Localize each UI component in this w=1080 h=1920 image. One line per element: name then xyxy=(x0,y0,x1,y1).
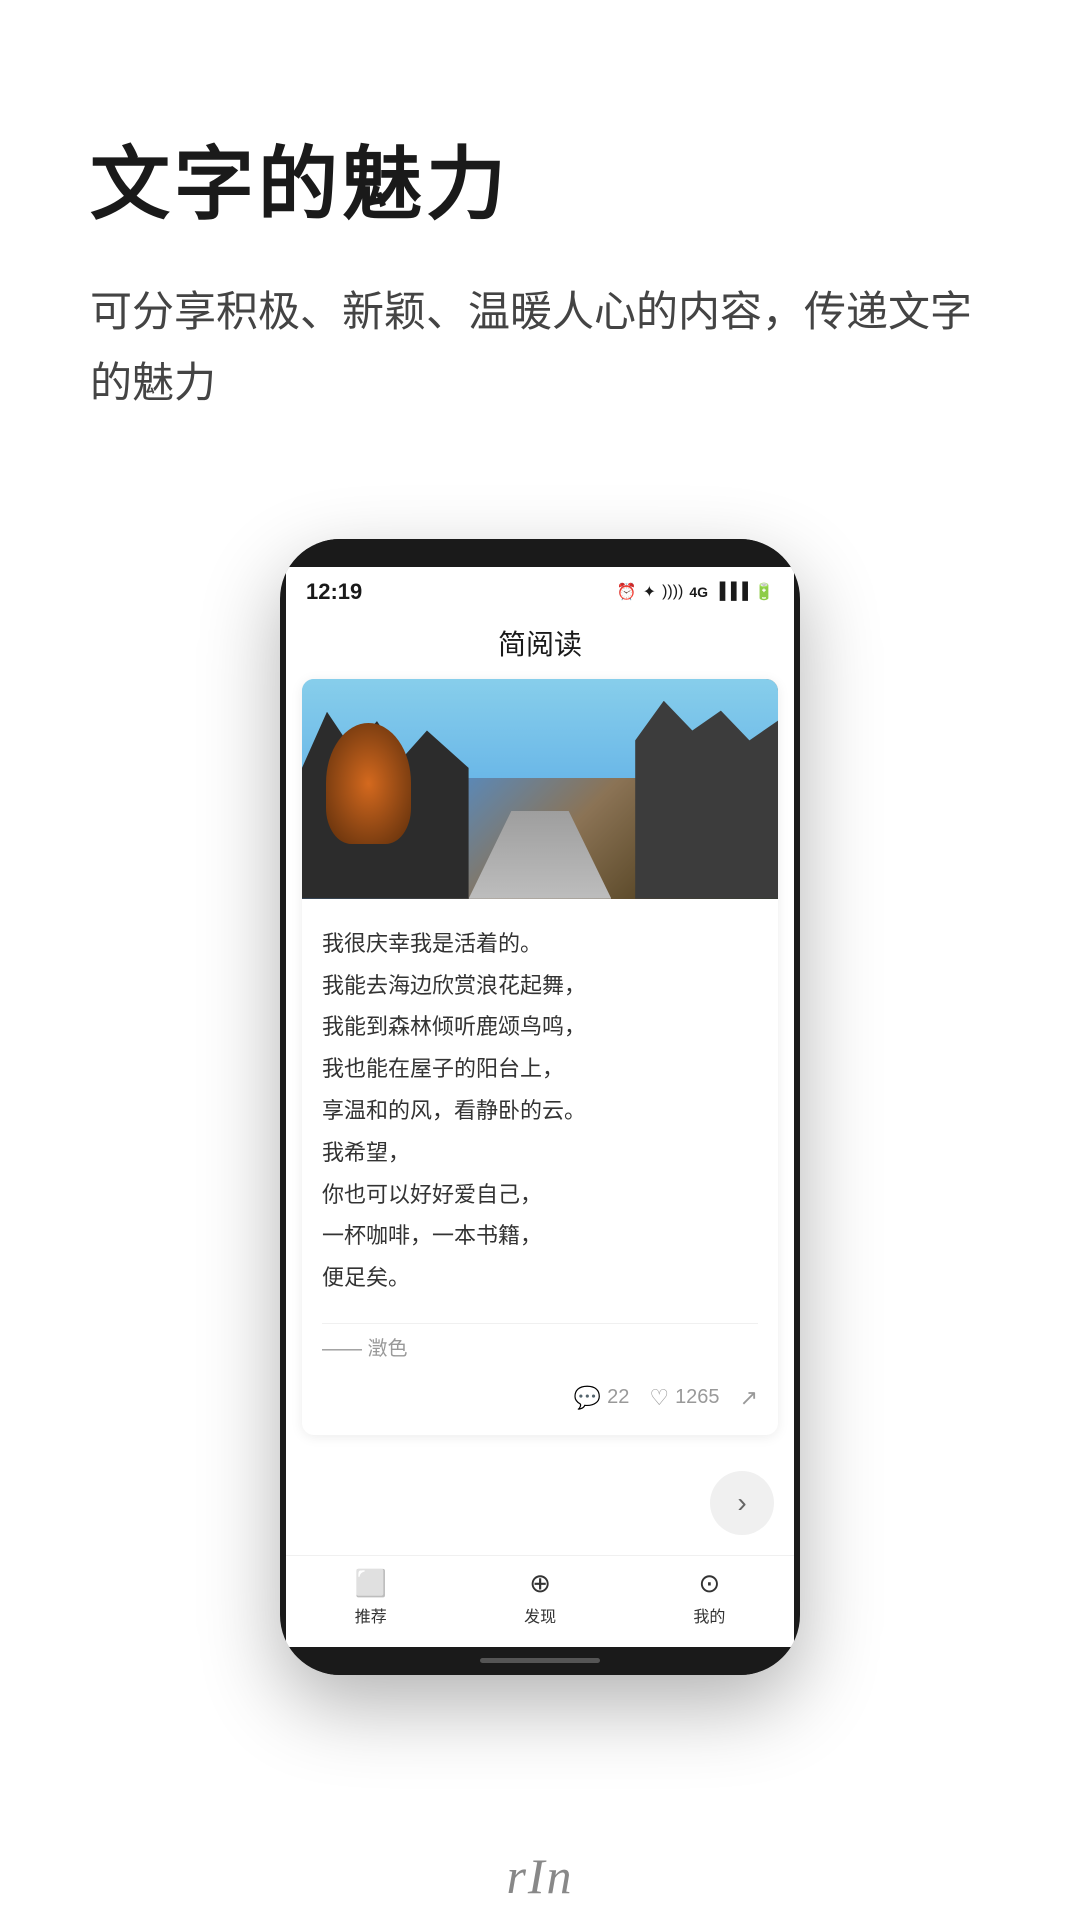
discover-label: 发现 xyxy=(524,1603,556,1627)
main-title: 文字的魅力 xyxy=(90,120,990,236)
status-icons: ⏰ ✦ )))) 4G ▐▐▐ 🔋 xyxy=(617,582,774,602)
article-text: 我很庆幸我是活着的。 我能去海边欣赏浪花起舞， 我能到森林倾听鹿颂鸟鸣， 我也能… xyxy=(322,923,758,1299)
battery-icon: 🔋 xyxy=(754,582,774,602)
article-card[interactable]: 我很庆幸我是活着的。 我能去海边欣赏浪花起舞， 我能到森林倾听鹿颂鸟鸣， 我也能… xyxy=(302,679,778,1435)
article-author: —— 澂色 xyxy=(322,1323,758,1361)
bottom-watermark: rIn xyxy=(0,1832,1080,1920)
phone-screen: 12:19 ⏰ ✦ )))) 4G ▐▐▐ 🔋 简阅读 xyxy=(286,567,794,1647)
comment-number: 22 xyxy=(607,1386,629,1409)
next-button[interactable]: › xyxy=(710,1471,774,1535)
phone-bottom xyxy=(280,1647,800,1675)
home-indicator xyxy=(480,1658,600,1663)
image-tree-orange xyxy=(326,723,412,844)
page-wrapper: 文字的魅力 可分享积极、新颖、温暖人心的内容，传递文字的魅力 12:19 ⏰ ✦ xyxy=(0,0,1080,1920)
sub-text: 可分享积极、新颖、温暖人心的内容，传递文字的魅力 xyxy=(90,276,990,419)
profile-icon: ⊙ xyxy=(698,1568,720,1599)
status-bar: 12:19 ⏰ ✦ )))) 4G ▐▐▐ 🔋 xyxy=(286,567,794,613)
status-time: 12:19 xyxy=(306,579,362,605)
watermark-text: rIn xyxy=(506,1847,573,1905)
like-icon: ♡ xyxy=(649,1385,669,1411)
nav-item-recommend[interactable]: ⬜ 推荐 xyxy=(355,1568,387,1627)
like-number: 1265 xyxy=(675,1386,720,1409)
recommend-icon: ⬜ xyxy=(355,1568,387,1599)
share-icon: ↗ xyxy=(740,1385,758,1411)
signal-bars-icon: ▐▐▐ xyxy=(714,583,748,601)
article-image xyxy=(302,679,778,899)
signal-4g-icon: 4G xyxy=(689,584,708,600)
image-path xyxy=(469,811,612,899)
alarm-icon: ⏰ xyxy=(617,582,637,602)
next-btn-area: › xyxy=(286,1451,794,1555)
comment-count[interactable]: 💬 22 xyxy=(574,1385,630,1411)
phone-top-bar xyxy=(280,539,800,567)
like-count[interactable]: ♡ 1265 xyxy=(649,1385,719,1411)
wifi-icon: )))) xyxy=(662,583,683,601)
article-body: 我很庆幸我是活着的。 我能去海边欣赏浪花起舞， 我能到森林倾听鹿颂鸟鸣， 我也能… xyxy=(302,899,778,1435)
app-title-bar: 简阅读 xyxy=(286,613,794,679)
nav-item-discover[interactable]: ⊕ 发现 xyxy=(524,1568,556,1627)
bluetooth-icon: ✦ xyxy=(643,582,656,602)
discover-icon: ⊕ xyxy=(529,1568,551,1599)
app-title-text: 简阅读 xyxy=(498,629,582,660)
phone-container: 12:19 ⏰ ✦ )))) 4G ▐▐▐ 🔋 简阅读 xyxy=(0,479,1080,1675)
phone-bottom-nav: ⬜ 推荐 ⊕ 发现 ⊙ 我的 xyxy=(286,1555,794,1647)
top-section: 文字的魅力 可分享积极、新颖、温暖人心的内容，传递文字的魅力 xyxy=(0,0,1080,479)
phone-mockup: 12:19 ⏰ ✦ )))) 4G ▐▐▐ 🔋 简阅读 xyxy=(280,539,800,1675)
comment-icon: 💬 xyxy=(574,1385,601,1411)
profile-label: 我的 xyxy=(693,1603,725,1627)
share-button[interactable]: ↗ xyxy=(740,1385,758,1411)
article-footer: 💬 22 ♡ 1265 ↗ xyxy=(322,1377,758,1419)
recommend-label: 推荐 xyxy=(355,1603,387,1627)
nav-item-profile[interactable]: ⊙ 我的 xyxy=(693,1568,725,1627)
